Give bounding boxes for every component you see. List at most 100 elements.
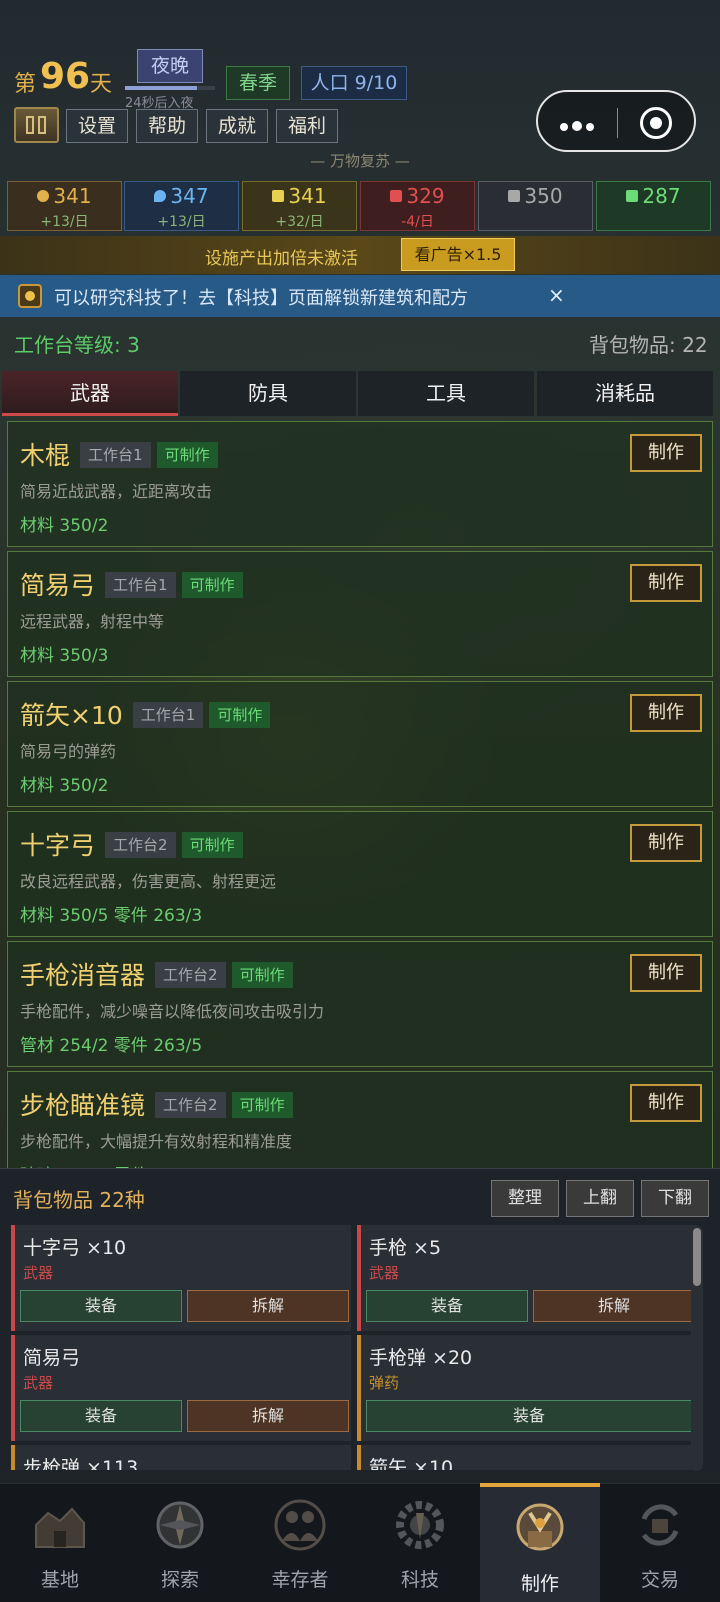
population-badge: 人口 9/10: [301, 66, 407, 100]
page-down-button[interactable]: 下翻: [641, 1180, 709, 1217]
pause-icon-bar: [38, 116, 46, 134]
day-number: 96: [40, 56, 91, 97]
recipe-card: 木棍 工作台1 可制作 简易近战武器，近距离攻击 材料 350/2 制作: [7, 421, 713, 547]
recipe-name: 十字弓 工作台2 可制作: [20, 826, 243, 862]
bag-item: 简易弓武器装备 拆解: [11, 1335, 351, 1441]
night-progress-fill: [125, 86, 197, 90]
recipe-description: 改良远程武器，伤害更高、射程更远: [20, 872, 277, 891]
resource-value: 341: [288, 184, 327, 208]
item-type: 武器: [23, 1264, 54, 1282]
resource-food: 341 +13/日: [7, 181, 122, 231]
dismantle-button[interactable]: 拆解: [187, 1290, 349, 1322]
craftable-badge: 可制作: [181, 572, 243, 598]
dismantle-button[interactable]: 拆解: [187, 1400, 349, 1432]
miniprogram-capsule: [536, 90, 696, 152]
craft-button[interactable]: 制作: [630, 824, 702, 862]
item-name: 箭矢 ×10: [369, 1457, 454, 1470]
craftable-badge: 可制作: [156, 442, 218, 468]
recipe-name: 简易弓 工作台1 可制作: [20, 566, 243, 602]
compass-icon: [150, 1495, 210, 1555]
recipe-title: 手枪消音器: [20, 961, 146, 990]
bag-item-grid[interactable]: 十字弓 ×10 武器 装备 拆解 手枪 ×5 武器 装备 拆解 简易弓 武器 装备 拆解 手枪弹 ×20…: [11, 1225, 697, 1470]
nav-label: 制作: [520, 1573, 559, 1595]
page-up-button[interactable]: 上翻: [566, 1180, 634, 1217]
nav-item-crafting[interactable]: 制作: [480, 1483, 600, 1602]
craftable-badge: 可制作: [181, 832, 243, 858]
nav-item-tech[interactable]: 科技: [360, 1483, 480, 1602]
close-miniprogram-icon[interactable]: [640, 107, 672, 139]
recipe-list[interactable]: 木棍 工作台1 可制作 简易近战武器，近距离攻击 材料 350/2 制作简易弓 工作台1 可制…: [7, 421, 713, 1169]
more-menu-icon[interactable]: [560, 116, 598, 135]
recipe-materials: 材料 350/5 零件 263/3: [20, 906, 203, 926]
season-motto: — 万物复苏 —: [310, 152, 410, 170]
season-badge: 春季: [226, 66, 290, 100]
item-name: 简易弓: [23, 1347, 81, 1369]
help-button[interactable]: 帮助: [136, 109, 198, 143]
item-type: 武器: [23, 1374, 54, 1392]
recipe-materials: 材料 350/3: [20, 646, 109, 666]
equip-button[interactable]: 装备: [20, 1290, 182, 1322]
item-name: 十字弓 ×10: [23, 1237, 127, 1259]
recipe-name: 木棍 工作台1 可制作: [20, 436, 218, 472]
resource-value: 329: [406, 184, 445, 208]
workbench-tier-badge: 工作台1: [105, 572, 176, 598]
recipe-description: 手枪配件，减少噪音以降低夜间攻击吸引力: [20, 1002, 325, 1021]
tab-armor[interactable]: 防具: [180, 371, 356, 416]
pill-icon: [626, 190, 639, 202]
item-name: 手枪弹 ×20: [369, 1347, 473, 1369]
nav-label: 幸存者: [271, 1569, 329, 1591]
equip-button[interactable]: 装备: [20, 1400, 182, 1432]
nav-item-survivors[interactable]: 幸存者: [240, 1483, 360, 1602]
nav-item-compass[interactable]: 探索: [120, 1483, 240, 1602]
recipe-description: 简易弓的弹药: [20, 742, 117, 761]
day-suffix: 天: [90, 72, 113, 97]
dismantle-button[interactable]: 拆解: [533, 1290, 695, 1322]
pause-button[interactable]: [14, 107, 59, 143]
workbench-tier-badge: 工作台2: [155, 1092, 226, 1118]
craft-button[interactable]: 制作: [630, 564, 702, 602]
resource-rate: +13/日: [40, 214, 89, 230]
tech-icon: [390, 1495, 450, 1555]
workbench-tier-badge: 工作台1: [132, 702, 204, 728]
recipe-card: 十字弓 工作台2 可制作改良远程武器，伤害更高、射程更远 材料 350/5 零件 26…: [7, 811, 713, 937]
achievements-button[interactable]: 成就: [206, 109, 268, 143]
nav-item-trade[interactable]: 交易: [600, 1483, 720, 1602]
equip-button[interactable]: 装备: [366, 1290, 528, 1322]
craft-button[interactable]: 制作: [630, 694, 702, 732]
item-name: 步枪弹 ×113: [23, 1457, 139, 1470]
equip-button[interactable]: 装备: [366, 1400, 692, 1432]
medicine-icon: [390, 190, 403, 202]
welfare-button[interactable]: 福利: [276, 109, 338, 143]
resource-value: 347: [170, 184, 209, 208]
close-icon[interactable]: ×: [548, 283, 565, 307]
sort-button[interactable]: 整理: [491, 1180, 559, 1217]
settings-button[interactable]: 设置: [66, 109, 128, 143]
craftable-badge: 可制作: [209, 702, 271, 728]
tab-tools[interactable]: 工具: [358, 371, 534, 416]
item-type: 弹药: [369, 1374, 400, 1392]
recipe-name: 箭矢×10 工作台1 可制作: [20, 696, 271, 732]
base-icon: [30, 1495, 90, 1555]
tab-consumables[interactable]: 消耗品: [537, 371, 713, 416]
bag-item-count: 背包物品: 22: [589, 333, 708, 357]
recipe-title: 十字弓: [20, 831, 96, 860]
craft-button[interactable]: 制作: [630, 434, 702, 472]
day-prefix: 第: [14, 72, 37, 97]
item-name: 手枪 ×5: [369, 1237, 442, 1259]
recipe-name: 手枪消音器 工作台2 可制作: [20, 956, 293, 992]
watch-ad-button[interactable]: 看广告×1.5: [401, 238, 515, 271]
bag-scroll-thumb[interactable]: [693, 1228, 701, 1286]
nav-label: 科技: [400, 1569, 439, 1591]
bag-item: 手枪弹 ×20 弹药装备: [357, 1335, 697, 1441]
craft-button[interactable]: 制作: [630, 1084, 702, 1122]
craft-button[interactable]: 制作: [630, 954, 702, 992]
tab-weapons[interactable]: 武器: [2, 371, 178, 416]
trade-icon: [630, 1495, 690, 1555]
bag-item: 步枪弹 ×113弹药装备: [11, 1445, 351, 1470]
workbench-tier-badge: 工作台2: [105, 832, 176, 858]
nav-item-base[interactable]: 基地: [0, 1483, 120, 1602]
recipe-card: 简易弓 工作台1 可制作 远程武器，射程中等 材料 350/3 制作: [7, 551, 713, 677]
resource-value: 350: [524, 184, 563, 208]
resource-water: 347 +13/日: [124, 181, 239, 231]
recipe-card: 步枪瞄准镜工作台2可制作步枪配件，大幅提升有效射程和精准度玻璃 277/2 零件…: [7, 1071, 713, 1169]
